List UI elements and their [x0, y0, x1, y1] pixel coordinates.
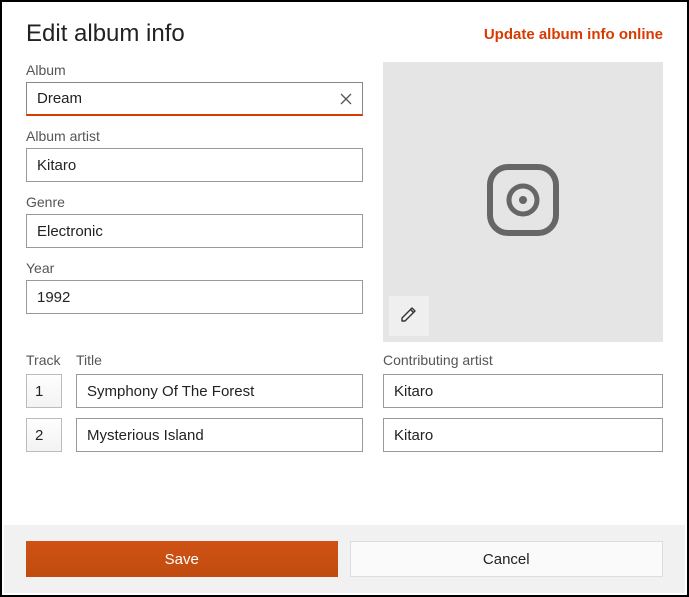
disc-icon	[484, 161, 562, 244]
album-artist-input[interactable]	[26, 148, 363, 182]
album-label: Album	[26, 62, 363, 78]
cancel-button[interactable]: Cancel	[350, 541, 664, 577]
track-header: Track	[26, 352, 62, 368]
year-input[interactable]	[26, 280, 363, 314]
update-online-link[interactable]: Update album info online	[484, 26, 663, 43]
track-row	[26, 418, 363, 452]
genre-label: Genre	[26, 194, 363, 210]
title-header: Title	[76, 352, 363, 368]
contributing-artist-input[interactable]	[383, 418, 663, 452]
clear-icon[interactable]	[329, 82, 363, 116]
save-button[interactable]: Save	[26, 541, 338, 577]
edit-art-button[interactable]	[389, 296, 429, 336]
contributing-artist-header: Contributing artist	[383, 352, 663, 368]
track-row	[26, 374, 363, 408]
dialog-footer: Save Cancel	[4, 525, 685, 593]
album-input[interactable]	[26, 82, 363, 116]
contributing-artist-input[interactable]	[383, 374, 663, 408]
genre-input[interactable]	[26, 214, 363, 248]
track-title-input[interactable]	[76, 418, 363, 452]
album-artist-label: Album artist	[26, 128, 363, 144]
album-art-placeholder	[383, 62, 663, 342]
track-number-input[interactable]	[26, 374, 62, 408]
dialog-title: Edit album info	[26, 20, 185, 48]
year-label: Year	[26, 260, 363, 276]
track-number-input[interactable]	[26, 418, 62, 452]
track-title-input[interactable]	[76, 374, 363, 408]
pencil-icon	[399, 304, 419, 329]
